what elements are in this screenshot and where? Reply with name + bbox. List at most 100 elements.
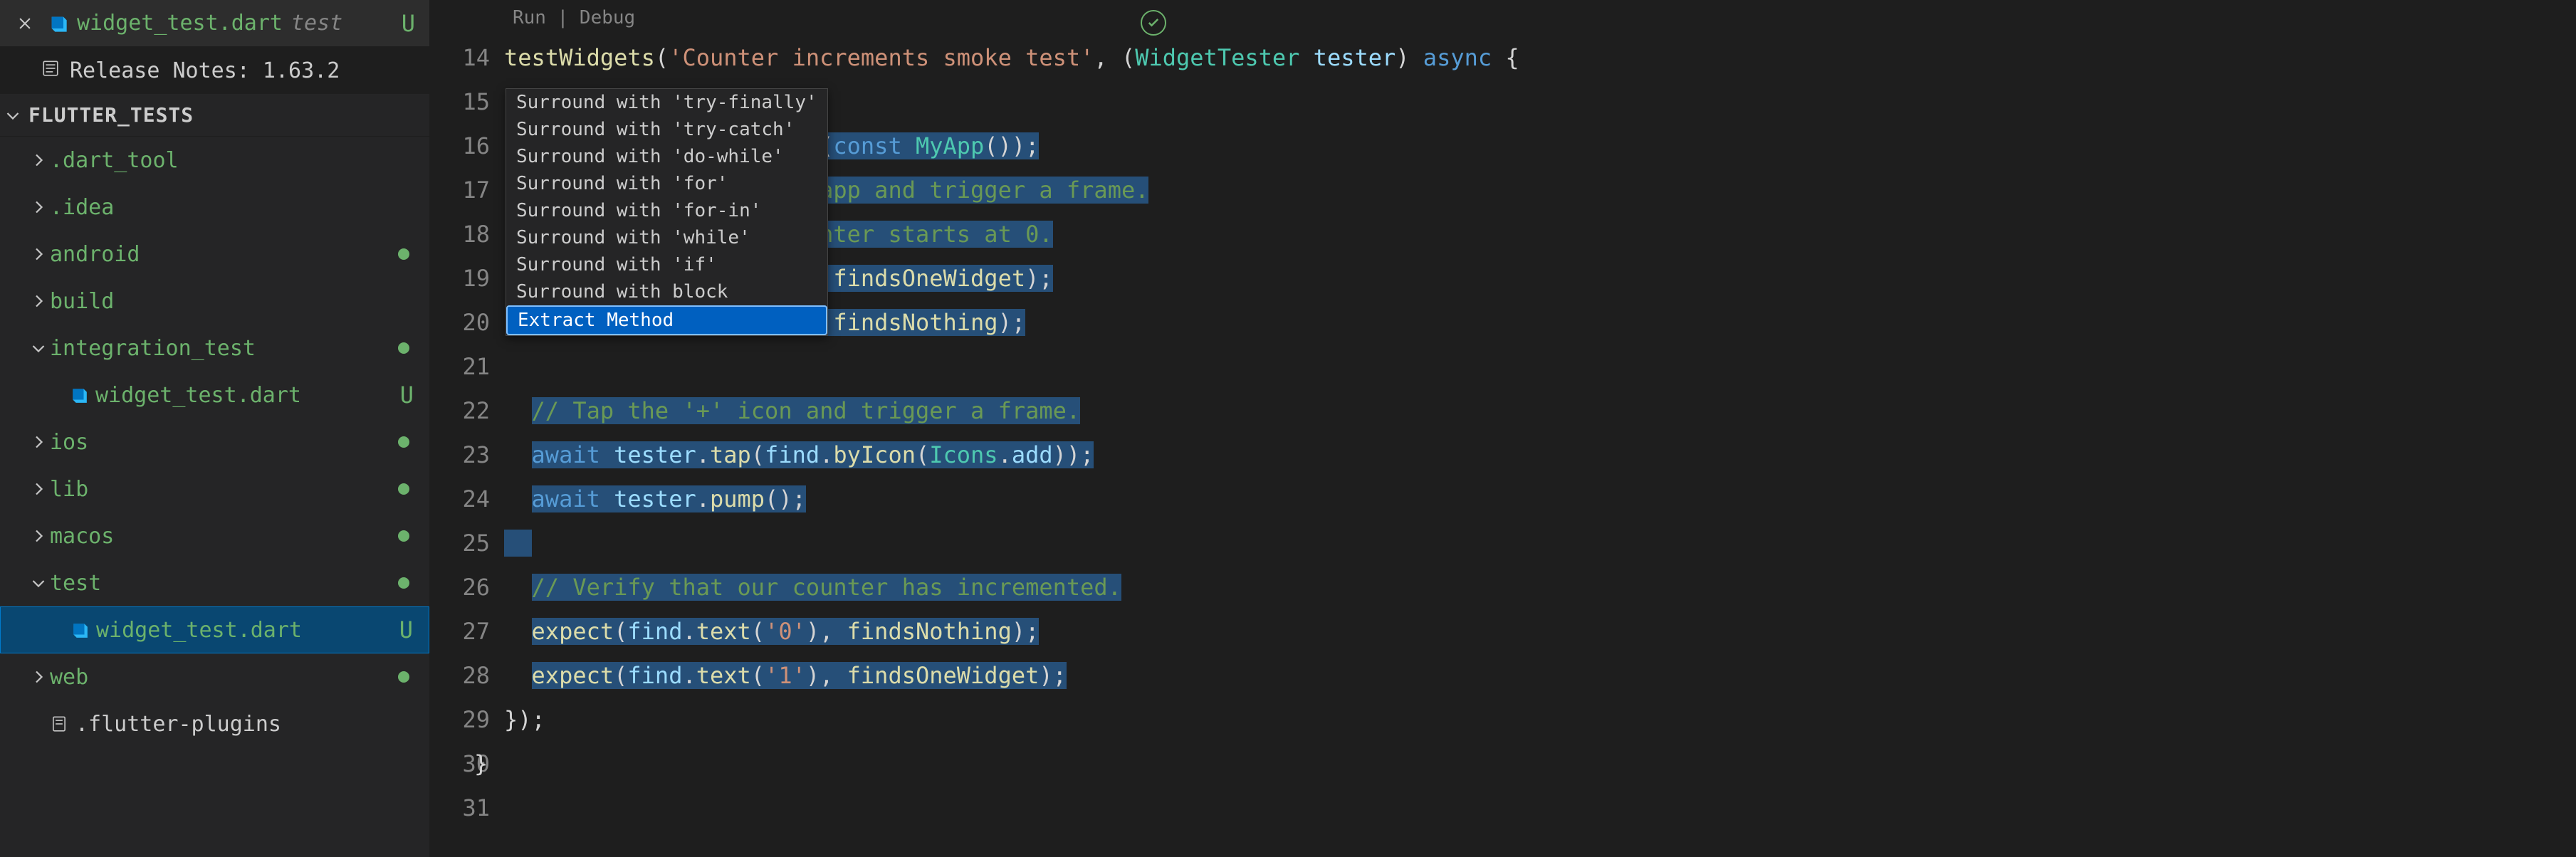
- tree-item[interactable]: lib: [0, 466, 429, 512]
- line-number: 14: [430, 36, 503, 80]
- code-line[interactable]: }: [503, 742, 2576, 786]
- file-icon: [41, 59, 60, 83]
- line-number: 29: [430, 698, 503, 742]
- tree-item[interactable]: .dart_tool: [0, 137, 429, 184]
- modified-dot-icon: [398, 342, 409, 354]
- code-line[interactable]: [503, 345, 2576, 389]
- code-line[interactable]: // Verify that our counter has increment…: [503, 565, 2576, 609]
- tree-item[interactable]: web: [0, 653, 429, 700]
- popup-item[interactable]: Surround with 'for': [506, 170, 827, 197]
- tree-item-label: lib: [50, 477, 88, 502]
- tree-item-label: integration_test: [50, 336, 256, 361]
- code-line[interactable]: expect(find.text('0'), findsNothing);: [503, 609, 2576, 653]
- tree-item[interactable]: build: [0, 278, 429, 325]
- chevron-down-icon: [30, 573, 50, 593]
- chevron-right-icon: [30, 526, 50, 546]
- chevron-down-icon: [4, 105, 24, 125]
- code-line[interactable]: await tester.tap(find.byIcon(Icons.add))…: [503, 433, 2576, 477]
- modified-dot-icon: [398, 483, 409, 495]
- line-number: 28: [430, 653, 503, 698]
- tree-item[interactable]: test: [0, 559, 429, 606]
- sidebar: widget_test.dart test U Release Notes: 1…: [0, 0, 430, 857]
- tree-item[interactable]: integration_test: [0, 325, 429, 372]
- line-number: 22: [430, 389, 503, 433]
- chevron-right-icon: [30, 432, 50, 452]
- line-number: 19: [430, 256, 503, 300]
- popup-item[interactable]: Surround with 'if': [506, 251, 827, 278]
- tree-item-label: widget_test.dart: [96, 618, 302, 643]
- line-number: 18: [430, 212, 503, 256]
- code-line[interactable]: await tester.pump();: [503, 477, 2576, 521]
- line-number: 31: [430, 786, 503, 830]
- tree-item[interactable]: .idea: [0, 184, 429, 231]
- status-badge: U: [400, 382, 414, 409]
- code-line[interactable]: });: [503, 698, 2576, 742]
- popup-item[interactable]: Extract Method: [506, 305, 827, 335]
- chevron-right-icon: [30, 150, 50, 170]
- status-badge: U: [399, 616, 413, 643]
- file-tree: .dart_tool .idea android build integration_t…: [0, 137, 429, 857]
- tab-filename[interactable]: widget_test.dart: [77, 11, 283, 36]
- tree-item-label: android: [50, 242, 140, 267]
- modified-dot-icon: [398, 530, 409, 542]
- code-area[interactable]: Run | Debug testWidgets('Counter increme…: [503, 0, 2576, 857]
- tree-item-label: .idea: [50, 195, 114, 220]
- popup-item[interactable]: Surround with 'try-finally': [506, 89, 827, 116]
- release-notes-tab[interactable]: Release Notes: 1.63.2: [0, 47, 429, 94]
- codelens[interactable]: Run | Debug: [503, 7, 2576, 36]
- line-number: 25: [430, 521, 503, 565]
- code-line[interactable]: [503, 521, 2576, 565]
- modified-dot-icon: [398, 577, 409, 589]
- tree-item[interactable]: widget_test.dart U: [0, 372, 429, 419]
- release-notes-label: Release Notes: 1.63.2: [70, 58, 340, 83]
- line-number: 24: [430, 477, 503, 521]
- close-icon[interactable]: [14, 13, 36, 34]
- line-number: 23: [430, 433, 503, 477]
- tree-item-label: build: [50, 289, 114, 314]
- chevron-right-icon: [30, 244, 50, 264]
- gutter: 141516171819202122232425262728293031: [430, 0, 503, 857]
- line-number: 17: [430, 168, 503, 212]
- tab-status-badge: U: [402, 10, 415, 37]
- explorer-title: FLUTTER_TESTS: [28, 103, 194, 127]
- modified-dot-icon: [398, 436, 409, 448]
- chevron-right-icon: [30, 291, 50, 311]
- tree-item[interactable]: ios: [0, 419, 429, 466]
- editor[interactable]: 141516171819202122232425262728293031 Run…: [430, 0, 2576, 857]
- tree-item[interactable]: macos: [0, 512, 429, 559]
- popup-item[interactable]: Surround with block: [506, 278, 827, 305]
- line-number: 21: [430, 345, 503, 389]
- code-line[interactable]: expect(find.text('1'), findsOneWidget);: [503, 653, 2576, 698]
- tree-item[interactable]: android: [0, 231, 429, 278]
- popup-item[interactable]: Surround with 'for-in': [506, 197, 827, 224]
- file-icon: [50, 715, 68, 733]
- line-number: 16: [430, 124, 503, 168]
- chevron-right-icon: [30, 479, 50, 499]
- tree-item-label: test: [50, 571, 101, 596]
- tree-item[interactable]: .flutter-plugins: [0, 700, 429, 747]
- explorer-header[interactable]: FLUTTER_TESTS: [0, 94, 429, 137]
- code-line[interactable]: testWidgets('Counter increments smoke te…: [503, 36, 2576, 80]
- chevron-right-icon: [30, 197, 50, 217]
- popup-item[interactable]: Surround with 'while': [506, 224, 827, 251]
- dart-icon: [48, 14, 68, 33]
- line-number: 30: [430, 742, 503, 786]
- dart-icon: [70, 386, 88, 404]
- code-line[interactable]: // Tap the '+' icon and trigger a frame.: [503, 389, 2576, 433]
- tree-item-label: ios: [50, 430, 88, 455]
- popup-item[interactable]: Surround with 'try-catch': [506, 116, 827, 143]
- chevron-down-icon: [30, 338, 50, 358]
- tree-item-label: .dart_tool: [50, 148, 179, 173]
- tab-suffix: test: [291, 11, 342, 36]
- tab-bar: widget_test.dart test U: [0, 0, 429, 47]
- dart-icon: [70, 621, 89, 639]
- tree-item[interactable]: widget_test.dart U: [0, 606, 429, 653]
- popup-item[interactable]: Surround with 'do-while': [506, 143, 827, 170]
- tree-item-label: widget_test.dart: [95, 383, 301, 408]
- line-number: 15: [430, 80, 503, 124]
- code-line[interactable]: [503, 786, 2576, 830]
- modified-dot-icon: [398, 671, 409, 683]
- line-number: 26: [430, 565, 503, 609]
- line-number: 20: [430, 300, 503, 345]
- code-action-popup: Surround with 'try-finally'Surround with…: [506, 88, 828, 336]
